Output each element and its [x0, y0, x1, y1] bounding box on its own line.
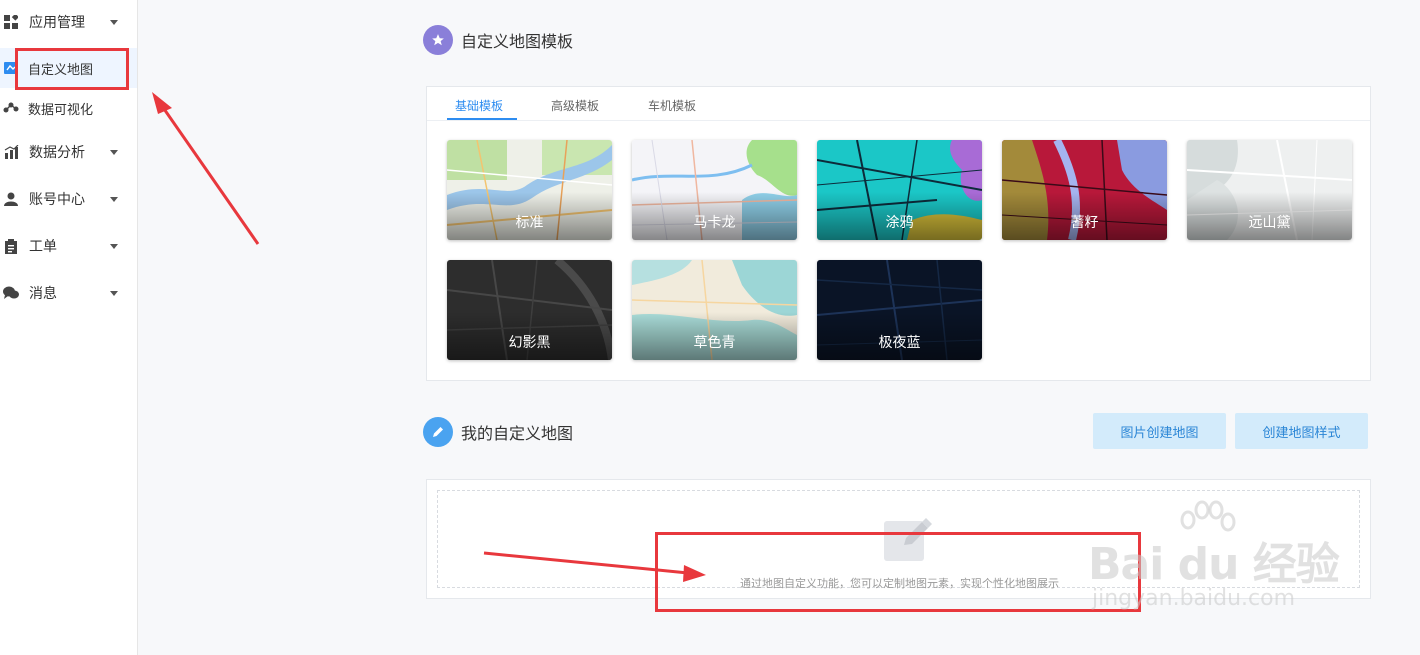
template-name: 马卡龙 [693, 215, 736, 231]
clipboard-icon [3, 238, 19, 254]
sidebar-item-label: 应用管理 [29, 15, 85, 31]
tab-advanced-templates[interactable]: 高级模板 [551, 97, 599, 114]
chevron-down-icon [110, 290, 118, 296]
templates-section-header: 自定义地图模板 [423, 25, 573, 55]
sidebar-item-label: 数据分析 [29, 145, 85, 161]
create-map-from-image-button[interactable]: 图片创建地图 [1093, 413, 1226, 449]
my-maps-section-header: 我的自定义地图 [423, 417, 573, 447]
data-visualization-icon [3, 100, 19, 116]
chevron-down-icon [110, 19, 118, 25]
sidebar-item-data-visualization[interactable]: 数据可视化 [0, 88, 137, 128]
template-card-standard[interactable]: 标准 [447, 140, 612, 240]
template-name: 标准 [515, 215, 544, 231]
tab-basic-templates[interactable]: 基础模板 [455, 97, 503, 114]
sidebar-item-messages[interactable]: 消息 [0, 273, 137, 313]
user-icon [3, 191, 19, 207]
template-name: 涂鸦 [885, 215, 914, 231]
apps-icon [3, 14, 19, 30]
template-card-polar-night-blue[interactable]: 极夜蓝 [817, 260, 982, 360]
sidebar-item-app-management[interactable]: 应用管理 [0, 2, 137, 42]
sidebar-item-data-analysis[interactable]: 数据分析 [0, 132, 137, 172]
sidebar: 应用管理 自定义地图 数据可视化 数据分析 账号中心 工单 消息 [0, 0, 138, 655]
template-name: 蓍籽 [1070, 215, 1099, 231]
section-title: 自定义地图模板 [461, 32, 574, 51]
sidebar-item-label: 工单 [29, 239, 57, 255]
template-card-phantom-black[interactable]: 幻影黑 [447, 260, 612, 360]
template-card-macaron[interactable]: 马卡龙 [632, 140, 797, 240]
create-map-style-button[interactable]: 创建地图样式 [1235, 413, 1368, 449]
chevron-down-icon [110, 196, 118, 202]
sidebar-item-work-order[interactable]: 工单 [0, 226, 137, 266]
arrow-to-custom-map [152, 92, 260, 245]
pencil-icon [423, 417, 453, 447]
template-tabs: 基础模板 高级模板 车机模板 [427, 87, 1370, 121]
sidebar-item-label: 数据可视化 [28, 102, 94, 118]
sidebar-item-label: 账号中心 [29, 192, 85, 208]
active-tab-indicator [447, 118, 517, 120]
template-name: 远山黛 [1248, 215, 1291, 231]
sidebar-item-account-center[interactable]: 账号中心 [0, 179, 137, 219]
chevron-down-icon [110, 243, 118, 249]
star-icon [423, 25, 453, 55]
highlight-box-custom-map [15, 48, 129, 90]
bar-chart-icon [3, 144, 19, 160]
template-card-mountain[interactable]: 远山黛 [1187, 140, 1352, 240]
template-card-seed[interactable]: 蓍籽 [1002, 140, 1167, 240]
template-card-graffiti[interactable]: 涂鸦 [817, 140, 982, 240]
template-card-grass-green[interactable]: 草色青 [632, 260, 797, 360]
template-name: 极夜蓝 [878, 335, 921, 351]
chat-icon [3, 285, 19, 301]
section-title: 我的自定义地图 [461, 424, 574, 443]
template-name: 幻影黑 [508, 335, 551, 351]
template-name: 草色青 [693, 335, 736, 351]
tab-car-templates[interactable]: 车机模板 [648, 97, 696, 114]
highlight-box-empty-state [655, 532, 1141, 612]
chevron-down-icon [110, 149, 118, 155]
templates-panel: 基础模板 高级模板 车机模板 标准 马卡龙 涂鸦 蓍籽 远山黛 幻影黑 草色青 … [426, 86, 1371, 381]
sidebar-item-label: 消息 [29, 286, 57, 302]
